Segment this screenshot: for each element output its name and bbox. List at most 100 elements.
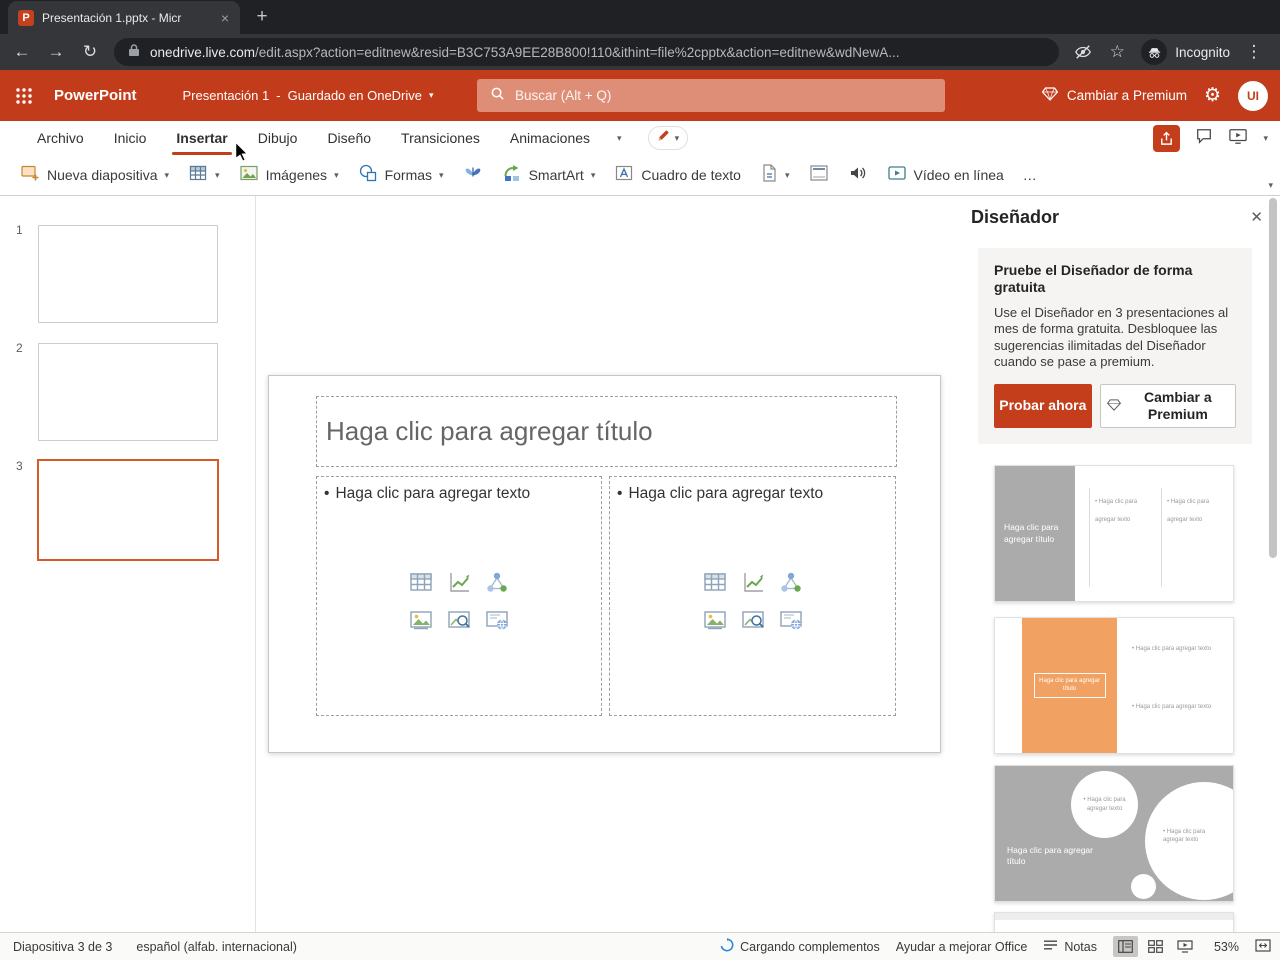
insert-picture-icon[interactable] <box>402 601 440 639</box>
ribbon-collapse-chevron-icon[interactable]: ▾ <box>1268 180 1273 191</box>
search-box[interactable] <box>477 79 945 112</box>
premium-upgrade-button[interactable]: Cambiar a Premium <box>1099 384 1236 429</box>
design-suggestion-2[interactable]: Haga clic para agregar título • Haga cli… <box>994 617 1234 754</box>
insert-media-icon[interactable] <box>772 601 810 639</box>
tracking-protection-eye-icon[interactable] <box>1067 37 1099 67</box>
insert-document-button[interactable]: ▾ <box>752 158 798 193</box>
present-slideshow-icon[interactable] <box>1228 127 1248 150</box>
slideshow-view-button[interactable] <box>1173 936 1198 957</box>
insert-stock-image-icon[interactable] <box>440 601 478 639</box>
insert-smartart-icon[interactable] <box>478 563 516 601</box>
settings-gear-icon[interactable]: ⚙ <box>1204 84 1221 107</box>
insert-table-button[interactable]: ▾ <box>180 158 228 193</box>
notes-icon <box>1043 939 1058 955</box>
comments-icon[interactable] <box>1195 127 1213 150</box>
pen-chevron-icon: ▾ <box>674 132 680 143</box>
secure-lock-icon[interactable] <box>128 43 140 62</box>
premium-upgrade-label: Cambiar a Premium <box>1143 389 1212 423</box>
shapes-icon <box>358 163 378 188</box>
insert-media-icon[interactable] <box>478 601 516 639</box>
status-right: Cargando complementos Ayudar a mejorar O… <box>720 936 1271 957</box>
pen-mode-button[interactable]: ▾ <box>647 126 689 150</box>
tab-archivo[interactable]: Archivo <box>22 121 99 155</box>
designer-scrollbar[interactable] <box>1269 198 1277 558</box>
promo-body: Use el Diseñador en 3 presentaciones al … <box>994 304 1229 370</box>
insert-shapes-button[interactable]: Formas ▾ <box>350 158 452 193</box>
slide-thumbnail-1[interactable] <box>38 225 218 323</box>
more-ellipsis-icon: … <box>1022 167 1037 183</box>
insert-textbox-button[interactable]: Cuadro de texto <box>606 158 749 193</box>
design2-bullet-text: • Haga clic para agregar texto <box>1132 704 1212 710</box>
textbox-label: Cuadro de texto <box>641 167 741 183</box>
tab-transiciones[interactable]: Transiciones <box>386 121 495 155</box>
content-placeholder-left[interactable]: • Haga clic para agregar texto <box>316 476 602 716</box>
design-suggestion-1[interactable]: Haga clic para agregar título • Haga cli… <box>994 465 1234 602</box>
design1-title-text: Haga clic para agregar título <box>1004 522 1059 544</box>
design3-circle-small <box>1131 874 1156 899</box>
insert-chart-icon[interactable] <box>734 563 772 601</box>
upgrade-premium-button[interactable]: Cambiar a Premium <box>1041 87 1187 104</box>
document-title-group[interactable]: Presentación 1 - Guardado en OneDrive ▾ <box>183 88 434 103</box>
powerpoint-favicon: P <box>18 9 34 26</box>
feedback-link[interactable]: Ayudar a mejorar Office <box>896 940 1028 954</box>
address-bar[interactable]: onedrive.live.com/edit.aspx?action=editn… <box>114 38 1060 66</box>
tabs-overflow-chevron-icon[interactable]: ▾ <box>617 133 622 144</box>
design-suggestion-4-partial[interactable] <box>994 912 1234 932</box>
notes-toggle[interactable]: Notas <box>1043 939 1097 955</box>
tab-insertar[interactable]: Insertar <box>161 121 242 155</box>
fit-to-window-icon[interactable] <box>1255 938 1271 955</box>
reload-button[interactable]: ↻ <box>74 37 106 67</box>
loading-addins-label: Cargando complementos <box>740 939 880 954</box>
insert-chart-icon[interactable] <box>440 563 478 601</box>
slide-editing-surface[interactable]: Haga clic para agregar título • Haga cli… <box>268 375 941 753</box>
table-icon <box>188 163 208 188</box>
present-chevron-icon[interactable]: ▾ <box>1263 133 1268 144</box>
bookmark-star-icon[interactable]: ☆ <box>1101 37 1133 67</box>
browser-tab[interactable]: P Presentación 1.pptx - Micr × <box>8 1 240 34</box>
online-video-button[interactable]: Vídeo en línea <box>879 159 1012 192</box>
promo-buttons: Probar ahora Cambiar a Premium <box>994 384 1236 429</box>
app-name[interactable]: PowerPoint <box>54 87 137 104</box>
toolbar-more-button[interactable]: … <box>1015 162 1045 188</box>
insert-table-icon[interactable] <box>402 563 440 601</box>
tab-diseno[interactable]: Diseño <box>312 121 386 155</box>
save-status-chevron-icon[interactable]: ▾ <box>429 90 434 101</box>
zoom-level[interactable]: 53% <box>1214 940 1239 954</box>
new-tab-button[interactable]: + <box>248 3 276 31</box>
insert-picture-icon[interactable] <box>696 601 734 639</box>
bullet-glyph: • <box>617 485 623 502</box>
insert-audio-button[interactable] <box>840 159 876 192</box>
tab-dibujo[interactable]: Dibujo <box>243 121 313 155</box>
content-placeholder-right[interactable]: • Haga clic para agregar texto <box>609 476 896 716</box>
header-footer-button[interactable] <box>801 159 837 192</box>
save-status: Guardado en OneDrive <box>287 88 423 103</box>
app-launcher-waffle-icon[interactable] <box>0 70 48 121</box>
insert-stock-image-icon[interactable] <box>734 601 772 639</box>
new-slide-button[interactable]: Nueva diapositiva ▾ <box>12 158 177 193</box>
back-button[interactable]: ← <box>6 37 38 67</box>
browser-menu-kebab-icon[interactable]: ⋮ <box>1238 37 1270 67</box>
design1-title-block: Haga clic para agregar título <box>995 466 1075 601</box>
tab-animaciones[interactable]: Animaciones <box>495 121 605 155</box>
slide-sorter-view-button[interactable] <box>1143 936 1168 957</box>
search-input[interactable] <box>515 88 932 103</box>
insert-images-button[interactable]: Imágenes ▾ <box>231 158 347 193</box>
insert-smartart-button[interactable]: SmartArt ▾ <box>494 158 604 193</box>
designer-close-icon[interactable]: ✕ <box>1250 208 1263 226</box>
account-avatar[interactable]: UI <box>1238 80 1268 111</box>
insert-smartart-icon[interactable] <box>772 563 810 601</box>
insert-icons-button[interactable] <box>455 158 491 193</box>
design-suggestion-3[interactable]: • Haga clic para agregar texto • Haga cl… <box>994 765 1234 902</box>
title-placeholder[interactable]: Haga clic para agregar título <box>316 396 897 467</box>
tab-close-icon[interactable]: × <box>218 10 232 26</box>
try-now-button[interactable]: Probar ahora <box>994 384 1092 429</box>
language-status[interactable]: español (alfab. internacional) <box>136 940 297 954</box>
normal-view-button[interactable] <box>1112 936 1138 957</box>
slide-thumbnail-3-selected[interactable] <box>37 459 219 561</box>
slide-thumbnail-2[interactable] <box>38 343 218 441</box>
share-button[interactable] <box>1153 124 1181 152</box>
forward-button[interactable]: → <box>40 37 72 67</box>
insert-table-icon[interactable] <box>696 563 734 601</box>
tab-inicio[interactable]: Inicio <box>99 121 162 155</box>
design3-bullet-text: • Haga clic para agregar texto <box>1083 797 1126 812</box>
